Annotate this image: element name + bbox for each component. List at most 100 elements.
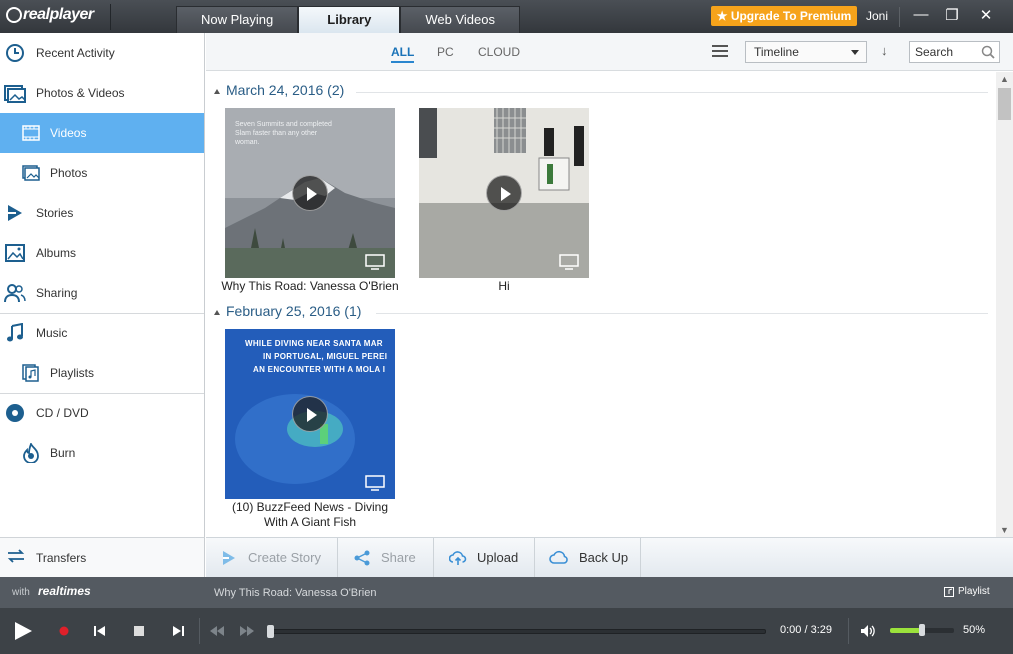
- upload-button[interactable]: Upload: [434, 538, 535, 577]
- tab-library[interactable]: Library: [298, 6, 401, 33]
- sidebar-item-burn[interactable]: Burn: [0, 433, 204, 473]
- search-input[interactable]: Search: [909, 41, 1000, 63]
- disc-icon: [4, 402, 26, 424]
- minimize-icon[interactable]: —: [911, 6, 931, 23]
- star-icon: ★: [716, 9, 731, 23]
- sidebar-item-sharing[interactable]: Sharing: [0, 273, 204, 313]
- group-header[interactable]: March 24, 2016 (2): [214, 82, 344, 98]
- search-icon[interactable]: [981, 45, 995, 59]
- sort-arrow-icon[interactable]: ↓: [881, 43, 888, 58]
- next-icon[interactable]: [172, 625, 184, 637]
- sidebar-item-videos[interactable]: Videos: [0, 113, 204, 153]
- volume-percent: 50%: [963, 624, 986, 636]
- group-header[interactable]: February 25, 2016 (1): [214, 303, 361, 319]
- divider: [376, 313, 988, 314]
- photos-videos-icon: [4, 82, 26, 104]
- play-icon[interactable]: [486, 175, 522, 211]
- realtimes-logo[interactable]: realtimes: [38, 584, 91, 598]
- sidebar-item-recent-activity[interactable]: Recent Activity: [0, 33, 204, 73]
- back-up-button[interactable]: Back Up: [535, 538, 641, 577]
- cloud-icon: [549, 550, 568, 564]
- library-main: ALL PC CLOUD Timeline ↓ Search March 24,…: [206, 33, 1013, 537]
- record-icon[interactable]: [59, 626, 69, 636]
- fast-forward-icon[interactable]: [240, 626, 254, 636]
- video-thumbnail[interactable]: WHILE DIVING NEAR SANTA MAR IN PORTUGAL,…: [225, 329, 395, 499]
- user-name[interactable]: Joni: [866, 9, 888, 23]
- now-playing-bar: with realtimes Why This Road: Vanessa O'…: [0, 577, 1013, 608]
- close-icon[interactable]: ✕: [976, 6, 996, 24]
- filter-pc[interactable]: PC: [437, 45, 454, 59]
- time-display: 0:00 / 3:29: [780, 624, 832, 636]
- realplayer-logo[interactable]: realplayer: [6, 6, 94, 24]
- sidebar-item-music[interactable]: Music: [0, 313, 204, 353]
- volume-fill: [890, 628, 922, 633]
- play-icon[interactable]: [292, 396, 328, 432]
- create-story-button[interactable]: Create Story: [206, 538, 338, 577]
- playlist-button[interactable]: Playlist: [944, 586, 990, 597]
- seek-bar[interactable]: [267, 625, 766, 638]
- upgrade-button[interactable]: ★ Upgrade To Premium: [711, 6, 857, 26]
- volume-handle[interactable]: [919, 624, 925, 636]
- tab-now-playing[interactable]: Now Playing: [176, 6, 299, 33]
- sidebar-item-transfers[interactable]: Transfers: [0, 537, 205, 577]
- tab-web-videos[interactable]: Web Videos: [400, 6, 520, 33]
- clock-icon: [4, 42, 26, 64]
- view-select[interactable]: Timeline: [745, 41, 867, 63]
- sidebar: Recent Activity Photos & Videos Videos P…: [0, 33, 205, 577]
- volume-icon[interactable]: [860, 624, 876, 638]
- cloud-upload-icon: [449, 550, 467, 565]
- main-tabs: Now Playing Library Web Videos: [176, 6, 520, 33]
- now-playing-title: Why This Road: Vanessa O'Brien: [214, 587, 377, 599]
- action-bar: Create Story Share Upload Back Up: [206, 537, 1013, 577]
- seek-handle[interactable]: [267, 625, 274, 638]
- video-title[interactable]: Why This Road: Vanessa O'Brien: [220, 279, 400, 294]
- photo-icon: [20, 162, 42, 184]
- scrollbar-thumb[interactable]: [998, 88, 1011, 120]
- monitor-icon: [365, 475, 385, 491]
- previous-icon[interactable]: [94, 625, 106, 637]
- video-title[interactable]: (10) BuzzFeed News - Diving With A Giant…: [220, 500, 400, 530]
- share-button[interactable]: Share: [338, 538, 434, 577]
- stop-icon[interactable]: [134, 626, 144, 636]
- divider: [899, 7, 900, 27]
- divider: [356, 92, 988, 93]
- sidebar-item-photos-videos[interactable]: Photos & Videos: [0, 73, 204, 113]
- people-icon: [4, 282, 26, 304]
- playlist-icon: [944, 586, 954, 597]
- collapse-triangle-icon[interactable]: [214, 309, 220, 315]
- sidebar-item-albums[interactable]: Albums: [0, 233, 204, 273]
- library-toolbar: ALL PC CLOUD Timeline ↓ Search: [206, 33, 1013, 71]
- play-icon[interactable]: [292, 175, 328, 211]
- scroll-up-icon[interactable]: ▲: [1000, 74, 1009, 84]
- chevron-down-icon: [851, 50, 859, 55]
- rewind-icon[interactable]: [210, 626, 224, 636]
- filter-all[interactable]: ALL: [391, 45, 415, 63]
- playlist-icon: [20, 362, 42, 384]
- stories-icon: [4, 202, 26, 224]
- volume-slider[interactable]: [890, 624, 954, 636]
- video-thumbnail[interactable]: [419, 108, 589, 278]
- burn-icon: [20, 442, 42, 464]
- vertical-scrollbar[interactable]: ▲ ▼: [996, 72, 1013, 537]
- transfer-arrows-icon: [6, 548, 28, 567]
- film-icon: [20, 122, 42, 144]
- stories-icon: [223, 550, 235, 565]
- filter-cloud[interactable]: CLOUD: [478, 45, 520, 59]
- divider: [199, 618, 200, 644]
- divider: [848, 618, 849, 644]
- list-view-icon[interactable]: [712, 45, 728, 59]
- play-icon[interactable]: [12, 620, 34, 642]
- music-note-icon: [4, 322, 26, 344]
- title-bar: realplayer Now Playing Library Web Video…: [0, 0, 1013, 33]
- sidebar-item-playlists[interactable]: Playlists: [0, 353, 204, 393]
- video-thumbnail[interactable]: Seven Summits and completed Slam faster …: [225, 108, 395, 278]
- sidebar-item-stories[interactable]: Stories: [0, 193, 204, 233]
- maximize-icon[interactable]: ❐: [942, 6, 962, 24]
- sidebar-item-photos[interactable]: Photos: [0, 153, 204, 193]
- collapse-triangle-icon[interactable]: [214, 88, 220, 94]
- video-title[interactable]: Hi: [414, 279, 594, 294]
- player-controls: 0:00 / 3:29 50%: [0, 608, 1013, 654]
- scroll-down-icon[interactable]: ▼: [1000, 525, 1009, 535]
- monitor-icon: [365, 254, 385, 270]
- sidebar-item-cd-dvd[interactable]: CD / DVD: [0, 393, 204, 433]
